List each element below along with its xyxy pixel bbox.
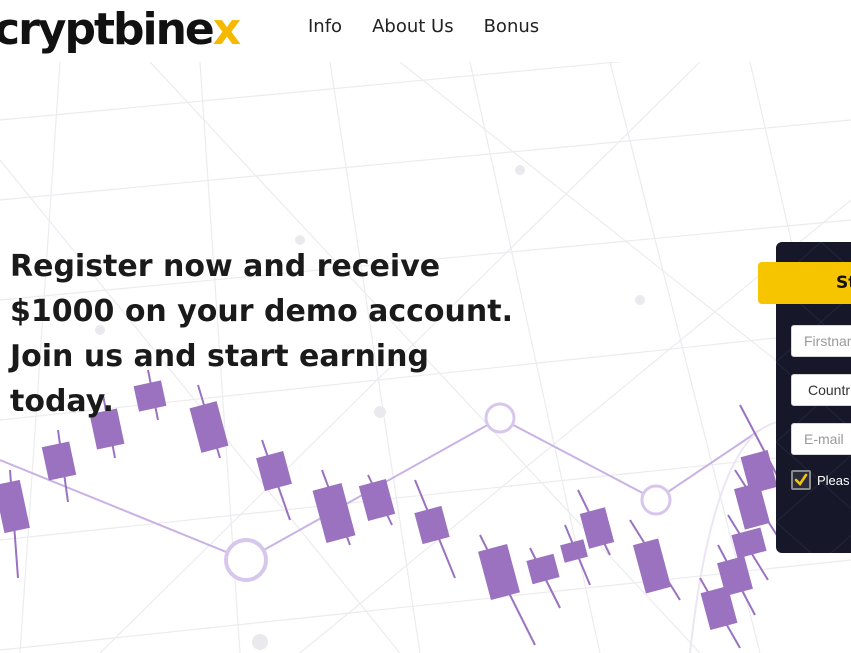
- start-trading-button[interactable]: St: [758, 262, 851, 304]
- consent-label: Pleas: [817, 472, 850, 488]
- nav-info-link[interactable]: Info: [308, 16, 342, 37]
- nav-about-us-link[interactable]: About Us: [372, 16, 454, 37]
- email-field[interactable]: E-mail: [791, 423, 851, 455]
- site-header: cryptbinex Info About Us Bonus: [0, 0, 851, 62]
- firstname-field[interactable]: Firstnar: [791, 325, 851, 357]
- country-select[interactable]: Countr: [791, 374, 851, 406]
- nav-bonus-link[interactable]: Bonus: [484, 16, 540, 37]
- main-nav: Info About Us Bonus: [308, 16, 539, 37]
- checkmark-icon: [794, 473, 808, 487]
- logo-accent-letter: x: [212, 4, 241, 55]
- hero-headline: Register now and receive $1000 on your d…: [10, 249, 513, 419]
- cryptbinex-logo[interactable]: cryptbinex: [0, 2, 241, 58]
- consent-row: Pleas: [791, 470, 850, 490]
- consent-checkbox[interactable]: [791, 470, 811, 490]
- logo-text: cryptbine: [0, 4, 215, 55]
